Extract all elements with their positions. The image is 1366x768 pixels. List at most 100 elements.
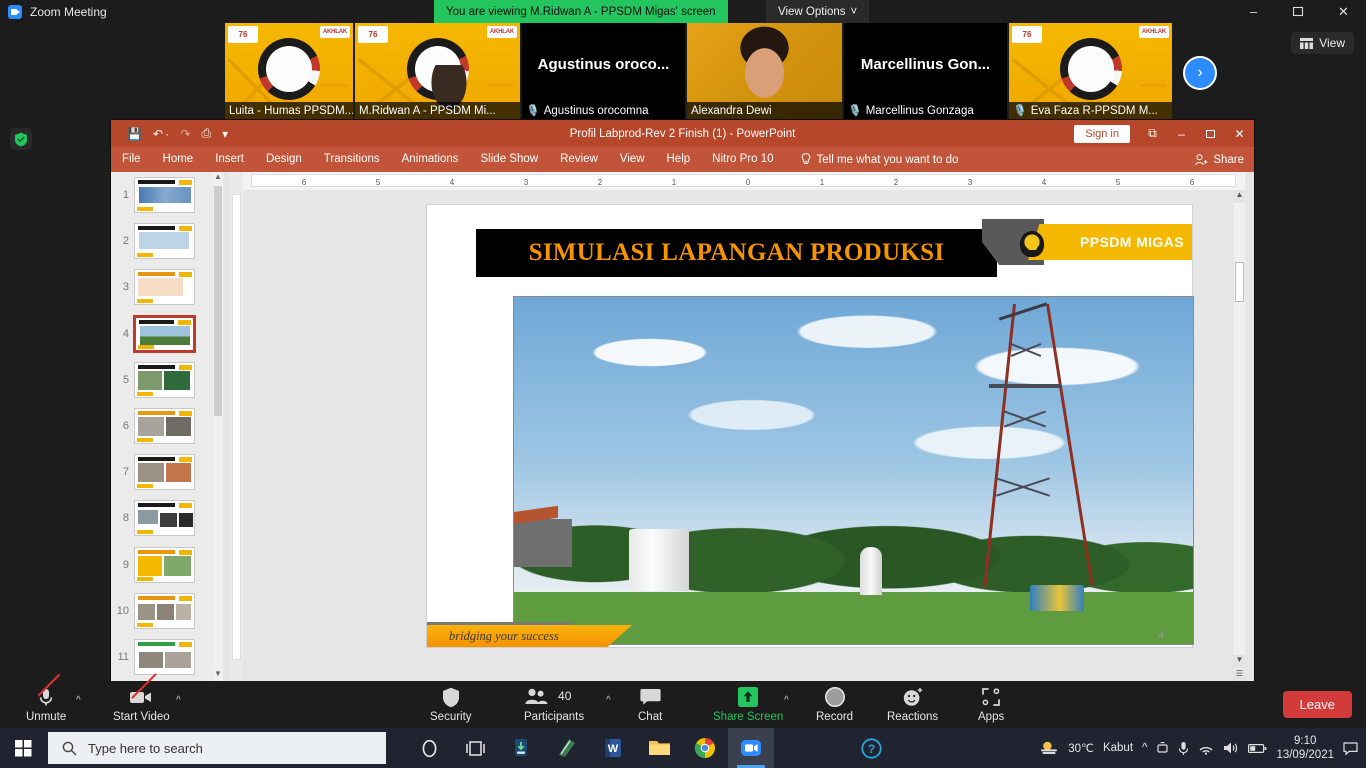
scroll-up-icon[interactable]: ▲ bbox=[1234, 190, 1245, 203]
search-input[interactable]: Type here to search bbox=[48, 732, 386, 764]
slide-thumbnail[interactable] bbox=[134, 269, 195, 306]
thumbnail-item[interactable]: 3 bbox=[111, 264, 213, 310]
slide-photo[interactable] bbox=[513, 296, 1194, 645]
tab-file[interactable]: File bbox=[111, 147, 152, 172]
store-icon[interactable] bbox=[498, 728, 544, 768]
participants-caret-icon[interactable]: ^ bbox=[606, 695, 611, 706]
audio-options-caret-icon[interactable]: ^ bbox=[76, 695, 81, 706]
slide-number: 1 bbox=[122, 189, 129, 202]
taskbar-clock[interactable]: 9:10 13/09/2021 bbox=[1276, 734, 1334, 763]
video-tile-agustinus[interactable]: Agustinus oroco... 🎙️ Agustinus orocomna bbox=[522, 23, 685, 119]
slide-thumbnail[interactable] bbox=[134, 223, 195, 260]
apps-button[interactable]: Apps bbox=[978, 686, 1004, 723]
chat-button[interactable]: Chat bbox=[638, 686, 662, 723]
tab-nitro-pro[interactable]: Nitro Pro 10 bbox=[701, 147, 784, 172]
tab-view[interactable]: View bbox=[609, 147, 656, 172]
thumbnail-item[interactable]: 8 bbox=[111, 495, 213, 541]
file-explorer-icon[interactable] bbox=[636, 728, 682, 768]
video-tile-luita[interactable]: 76 AKHLAK Luita - Humas PPSDM... bbox=[225, 23, 353, 119]
slide-title-block[interactable]: SIMULASI LAPANGAN PRODUKSI bbox=[476, 229, 997, 277]
video-options-caret-icon[interactable]: ^ bbox=[176, 695, 181, 706]
current-slide[interactable]: SIMULASI LAPANGAN PRODUKSI PPSDM MIGAS b… bbox=[427, 205, 1194, 647]
close-button[interactable]: ✕ bbox=[1321, 0, 1366, 23]
notification-icon[interactable] bbox=[1343, 741, 1358, 756]
slide-thumbnail[interactable] bbox=[134, 361, 195, 398]
security-button[interactable]: Security bbox=[430, 686, 472, 723]
record-button[interactable]: Record bbox=[816, 686, 853, 723]
meeting-encryption-badge[interactable] bbox=[10, 128, 32, 150]
thumbnail-item[interactable]: 1 bbox=[111, 172, 213, 218]
microphone-icon[interactable] bbox=[1178, 741, 1189, 756]
tab-review[interactable]: Review bbox=[549, 147, 609, 172]
ppt-restore-button[interactable] bbox=[1196, 120, 1225, 147]
participants-button[interactable]: 40 Participants bbox=[524, 686, 584, 723]
mail-icon[interactable] bbox=[544, 728, 590, 768]
minimize-button[interactable]: – bbox=[1231, 0, 1276, 23]
slide-thumbnail[interactable] bbox=[134, 408, 195, 445]
share-options-caret-icon[interactable]: ^ bbox=[784, 695, 789, 706]
scroll-down-icon[interactable]: ▼ bbox=[1234, 655, 1245, 668]
tab-insert[interactable]: Insert bbox=[204, 147, 255, 172]
ppt-close-button[interactable]: ✕ bbox=[1225, 120, 1254, 147]
slide-thumbnail[interactable] bbox=[134, 592, 195, 629]
scrollbar-thumb[interactable] bbox=[1235, 262, 1244, 302]
tab-slide-show[interactable]: Slide Show bbox=[470, 147, 550, 172]
video-tile-evafaza[interactable]: 76 AKHLAK 🎙️ Eva Faza R-PPSDM M... bbox=[1009, 23, 1172, 119]
video-tile-alexandra[interactable]: Alexandra Dewi bbox=[687, 23, 842, 119]
help-icon[interactable]: ? bbox=[848, 728, 894, 768]
maximize-button[interactable] bbox=[1276, 0, 1321, 23]
share-screen-button[interactable]: Share Screen bbox=[713, 686, 783, 723]
slide-thumbnail[interactable] bbox=[133, 314, 196, 353]
slide-thumbnail-pane[interactable]: 1 2 3 4 5 6 7 8 9 10 11 bbox=[111, 172, 213, 682]
thumbnail-item[interactable]: 10 bbox=[111, 588, 213, 634]
leave-button[interactable]: Leave bbox=[1282, 691, 1352, 718]
ppt-minimize-button[interactable]: – bbox=[1167, 120, 1196, 147]
video-tile-marcellinus[interactable]: Marcellinus Gon... 🎙️ Marcellinus Gonzag… bbox=[844, 23, 1007, 119]
tab-animations[interactable]: Animations bbox=[391, 147, 470, 172]
ruler-tick: 4 bbox=[1041, 178, 1047, 187]
share-button[interactable]: Share bbox=[1195, 154, 1244, 166]
slide-thumbnail[interactable] bbox=[134, 546, 195, 583]
view-layout-button[interactable]: View bbox=[1291, 32, 1354, 54]
slide-thumbnail[interactable] bbox=[134, 454, 195, 491]
ribbon-display-options-icon[interactable]: ⧉ bbox=[1138, 120, 1167, 147]
thumbnail-item[interactable]: 5 bbox=[111, 357, 213, 403]
slide-thumbnail[interactable] bbox=[134, 500, 195, 537]
chrome-icon[interactable] bbox=[682, 728, 728, 768]
start-button[interactable] bbox=[0, 728, 46, 768]
zoom-icon[interactable] bbox=[728, 728, 774, 768]
start-video-button[interactable]: Start Video bbox=[113, 673, 170, 723]
next-participants-button[interactable]: › bbox=[1183, 56, 1217, 90]
thumbnail-item[interactable]: 2 bbox=[111, 218, 213, 264]
tab-design[interactable]: Design bbox=[255, 147, 313, 172]
video-tile-mridwan[interactable]: 76 AKHLAK M.Ridwan A - PPSDM Mi... bbox=[355, 23, 520, 119]
view-options-button[interactable]: View Options ˅ bbox=[766, 0, 870, 23]
tab-home[interactable]: Home bbox=[152, 147, 205, 172]
task-view-icon[interactable] bbox=[452, 728, 498, 768]
thumbnail-item[interactable]: 7 bbox=[111, 449, 213, 495]
tab-transitions[interactable]: Transitions bbox=[313, 147, 391, 172]
tell-me-search[interactable]: Tell me what you want to do bbox=[801, 153, 958, 166]
thumbnail-item-selected[interactable]: 4 bbox=[111, 311, 213, 357]
scrollbar-thumb[interactable] bbox=[214, 186, 222, 416]
thumbnail-item[interactable]: 11 bbox=[111, 634, 213, 680]
thumbnail-item[interactable]: 9 bbox=[111, 542, 213, 588]
scroll-up-icon[interactable]: ▲ bbox=[213, 172, 223, 185]
cortana-icon[interactable] bbox=[406, 728, 452, 768]
unmute-button[interactable]: Unmute bbox=[26, 673, 66, 723]
reactions-button[interactable]: Reactions bbox=[887, 686, 938, 723]
word-icon[interactable]: W bbox=[590, 728, 636, 768]
camera-icon[interactable] bbox=[1156, 741, 1169, 755]
slide-thumbnail[interactable] bbox=[134, 177, 195, 214]
tab-help[interactable]: Help bbox=[656, 147, 702, 172]
battery-icon[interactable] bbox=[1248, 743, 1267, 754]
slide-thumbnail[interactable] bbox=[134, 638, 195, 675]
weather-icon[interactable] bbox=[1039, 739, 1059, 757]
sign-in-button[interactable]: Sign in bbox=[1074, 124, 1130, 143]
wifi-icon[interactable] bbox=[1198, 741, 1214, 755]
canvas-vertical-scrollbar[interactable]: ▲ ▼ ☰ bbox=[1234, 190, 1245, 682]
volume-icon[interactable] bbox=[1223, 741, 1239, 755]
thumbnail-scrollbar[interactable]: ▲ ▼ bbox=[213, 172, 223, 682]
chevron-up-icon[interactable]: ^ bbox=[1142, 742, 1147, 754]
thumbnail-item[interactable]: 6 bbox=[111, 403, 213, 449]
